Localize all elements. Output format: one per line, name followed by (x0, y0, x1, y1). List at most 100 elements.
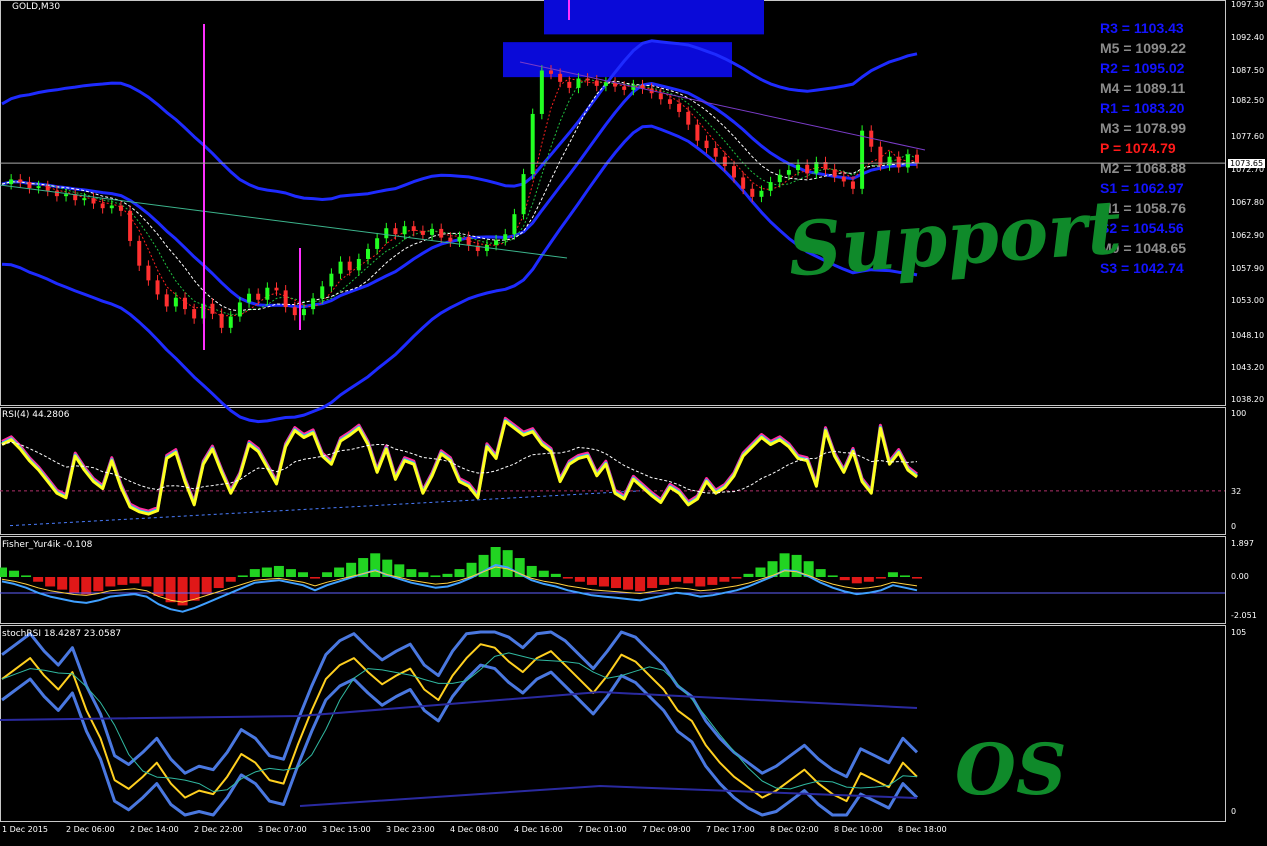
fisher-bar-12 (141, 577, 152, 587)
candle-body-23 (210, 303, 215, 314)
fisher-bar-73 (875, 577, 886, 579)
fisher-bar-55 (659, 577, 670, 585)
candle-body-45 (411, 226, 416, 231)
stoch-d-line (1, 652, 918, 792)
fisher-bar-60 (719, 577, 730, 582)
candle-body-93 (850, 181, 855, 189)
candle-body-89 (814, 162, 819, 174)
candle-body-14 (128, 210, 133, 241)
pivot-level-label: P = 1074.79 (1100, 140, 1176, 156)
candle-body-2 (18, 179, 23, 183)
candle-body-85 (777, 174, 782, 183)
price-tick-label: 1038.20 (1231, 395, 1265, 404)
candle-body-92 (841, 176, 846, 182)
fisher-bar-58 (695, 577, 706, 587)
candle-body-35 (320, 286, 325, 299)
candle-body-56 (512, 214, 517, 235)
fisher-bar-45 (538, 570, 549, 577)
fisher-bar-65 (779, 553, 790, 577)
fisher-bar-63 (755, 567, 766, 577)
candle-body-63 (576, 78, 581, 88)
stoch-band-upper (1, 630, 919, 779)
time-tick-label: 1 Dec 2015 (2, 825, 49, 834)
candle-body-38 (347, 261, 352, 271)
ma-medium (1, 78, 918, 316)
fisher-bar-53 (635, 577, 646, 592)
fisher-bar-71 (851, 577, 862, 584)
candle-body-65 (594, 80, 599, 86)
candle-body-32 (292, 307, 297, 316)
fisher-tick-label: -2.051 (1231, 611, 1257, 620)
stoch-tick-label: 0 (1231, 807, 1237, 816)
fisher-bar-14 (165, 577, 176, 603)
fisher-bar-2 (21, 575, 32, 577)
candle-body-87 (796, 164, 801, 171)
candle-body-75 (686, 111, 691, 125)
fisher-bar-59 (707, 577, 718, 585)
candle-body-82 (750, 188, 755, 197)
fisher-bar-47 (562, 577, 573, 579)
candle-body-48 (439, 228, 444, 238)
time-tick-label: 2 Dec 06:00 (66, 825, 115, 834)
candle-body-18 (164, 294, 169, 307)
rsi-line-magenta (1, 416, 918, 513)
candle-body-88 (805, 164, 810, 174)
fisher-bar-11 (129, 577, 140, 584)
fisher-bar-29 (346, 562, 357, 577)
time-tick-label: 3 Dec 23:00 (386, 825, 435, 834)
time-tick-label: 2 Dec 14:00 (130, 825, 179, 834)
fisher-bar-21 (249, 569, 260, 577)
fisher-bar-51 (611, 577, 622, 589)
candle-body-40 (366, 248, 370, 259)
candle-body-27 (247, 293, 252, 303)
candle-body-77 (704, 140, 709, 149)
fisher-bar-56 (671, 577, 682, 582)
candle-body-26 (237, 302, 242, 317)
ma-slow (1, 80, 918, 312)
candle-body-17 (155, 280, 160, 295)
candle-body-11 (100, 203, 105, 209)
candle-body-29 (265, 287, 270, 300)
fisher-bar-6 (69, 577, 80, 593)
pivot-level-label: R3 = 1103.43 (1100, 20, 1184, 36)
candle-body-9 (82, 198, 87, 201)
time-tick-label: 7 Dec 09:00 (642, 825, 691, 834)
fisher-bar-9 (105, 577, 116, 587)
time-tick-label: 4 Dec 16:00 (514, 825, 563, 834)
candle-body-76 (695, 124, 700, 141)
pivot-level-label: M3 = 1078.99 (1100, 120, 1187, 136)
fisher-bar-54 (647, 577, 658, 589)
candle-body-66 (603, 82, 608, 86)
candle-body-37 (338, 261, 343, 274)
fisher-bar-48 (574, 577, 585, 582)
fisher-bar-46 (550, 573, 561, 577)
candle-body-64 (585, 78, 590, 81)
candle-body-28 (256, 293, 261, 300)
fisher-bar-36 (430, 575, 441, 577)
fisher-bar-22 (261, 567, 272, 577)
fisher-bar-38 (454, 569, 465, 577)
candle-body-83 (759, 190, 764, 197)
pivot-level-label: R2 = 1095.02 (1100, 60, 1185, 76)
trend-line-support (0, 184, 568, 259)
fisher-bar-10 (117, 577, 128, 585)
candle-body-7 (64, 194, 69, 197)
fisher-bar-16 (189, 577, 200, 601)
rsi-tick-label: 100 (1231, 409, 1247, 418)
candle-body-91 (832, 169, 837, 177)
trading-chart: GOLD,M30 RSI(4) 44.2806 Fisher_Yur4ik -0… (0, 0, 1267, 842)
pivot-level-label: M4 = 1089.11 (1100, 80, 1186, 96)
candle-body-10 (91, 198, 96, 204)
os-annotation: OS (955, 728, 1067, 811)
fisher-bar-75 (899, 575, 910, 577)
middle-band (1, 82, 918, 309)
rsi-tick-label: 32 (1231, 487, 1242, 496)
fisher-bar-25 (297, 572, 308, 577)
fisher-bar-37 (442, 573, 453, 577)
time-tick-label: 7 Dec 17:00 (706, 825, 755, 834)
current-price-tag: 1073.65 (1228, 159, 1266, 168)
price-tick-label: 1062.90 (1231, 231, 1265, 240)
candle-body-43 (393, 228, 398, 235)
candle-body-47 (430, 228, 435, 235)
stoch-k-line (1, 643, 918, 803)
